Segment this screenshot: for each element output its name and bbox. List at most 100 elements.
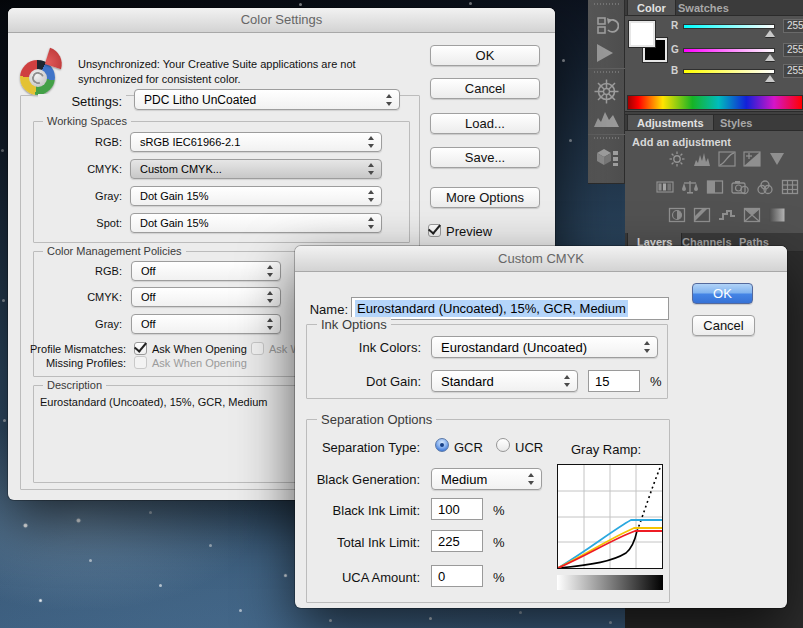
green-slider[interactable] xyxy=(683,48,775,53)
ask-when-opening-label: Ask When Opening xyxy=(152,343,247,355)
cmyk-ok-button[interactable]: OK xyxy=(692,283,753,304)
ws-rgb-label: RGB: xyxy=(38,136,122,148)
channel-mixer-icon[interactable] xyxy=(756,179,774,195)
drag-handle[interactable] xyxy=(594,71,619,73)
red-slider-thumb[interactable] xyxy=(765,30,775,37)
actions-play-icon[interactable] xyxy=(597,44,613,62)
missing-ask-when-opening-checkbox[interactable] xyxy=(134,356,147,369)
name-field-selected-text: Eurostandard (Uncoated), 15%, GCR, Mediu… xyxy=(355,300,628,317)
dot-gain-percent: % xyxy=(650,374,662,389)
blue-slider-label: B xyxy=(671,65,678,76)
uca-amount-percent: % xyxy=(493,570,505,585)
foreground-color-swatch[interactable] xyxy=(629,21,655,47)
total-ink-limit-percent: % xyxy=(493,535,505,550)
color-spectrum-ramp[interactable] xyxy=(627,95,803,110)
drag-handle[interactable] xyxy=(594,3,619,5)
black-ink-limit-field[interactable]: 100 xyxy=(431,498,483,520)
pol-cmyk-label: CMYK: xyxy=(38,291,122,303)
levels-icon[interactable] xyxy=(693,151,711,167)
separation-options-legend: Separation Options xyxy=(317,412,436,427)
settings-label: Settings: xyxy=(38,94,126,111)
photo-filter-icon[interactable] xyxy=(731,179,749,195)
preview-label: Preview xyxy=(446,224,492,239)
ws-gray-popup[interactable]: Dot Gain 15% xyxy=(130,186,382,206)
red-slider[interactable] xyxy=(683,24,775,29)
cancel-button[interactable]: Cancel xyxy=(430,78,540,99)
ink-colors-label: Ink Colors: xyxy=(311,340,421,355)
gradient-map-icon[interactable] xyxy=(768,207,786,223)
ws-cmyk-label: CMYK: xyxy=(38,163,122,175)
color-panel-tabbar: Color Swatches xyxy=(625,0,803,16)
hue-saturation-icon[interactable] xyxy=(656,179,674,195)
pol-gray-popup[interactable]: Off xyxy=(131,314,281,334)
red-value[interactable]: 255 xyxy=(783,19,803,33)
ink-colors-popup[interactable]: Eurostandard (Uncoated) xyxy=(431,336,658,358)
add-adjustment-label: Add an adjustment xyxy=(632,136,731,148)
brightness-contrast-icon[interactable] xyxy=(668,151,686,167)
blue-slider[interactable] xyxy=(683,69,775,74)
tab-styles[interactable]: Styles xyxy=(711,115,761,130)
missing-ask-when-opening-label: Ask When Opening xyxy=(152,357,247,369)
tab-swatches[interactable]: Swatches xyxy=(669,0,738,15)
threshold-icon[interactable] xyxy=(718,207,736,223)
preview-checkbox[interactable] xyxy=(428,224,441,237)
vibrance-icon[interactable] xyxy=(768,151,786,167)
black-generation-label: Black Generation: xyxy=(311,472,420,487)
black-white-icon[interactable] xyxy=(706,179,724,195)
total-ink-limit-field[interactable]: 225 xyxy=(431,530,483,552)
ws-rgb-popup[interactable]: sRGB IEC61966-2.1 xyxy=(130,132,382,152)
working-spaces-legend: Working Spaces xyxy=(43,115,131,127)
blue-slider-thumb[interactable] xyxy=(765,75,775,82)
ws-spot-popup[interactable]: Dot Gain 15% xyxy=(130,213,382,233)
green-slider-thumb[interactable] xyxy=(765,54,775,61)
exposure-icon[interactable] xyxy=(743,151,761,167)
posterize-icon[interactable] xyxy=(693,207,711,223)
uca-amount-label: UCA Amount: xyxy=(311,570,420,585)
custom-cmyk-dialog: Custom CMYK Name: Eurostandard (Uncoated… xyxy=(295,246,787,608)
tab-adjustments[interactable]: Adjustments xyxy=(627,115,714,130)
histogram-panel-icon[interactable] xyxy=(593,108,620,128)
cmyk-cancel-button[interactable]: Cancel xyxy=(692,315,755,336)
ok-button[interactable]: OK xyxy=(430,45,540,66)
properties-panel-icon[interactable] xyxy=(593,145,620,171)
separation-type-label: Separation Type: xyxy=(311,440,420,455)
strip-divider xyxy=(588,134,625,135)
invert-icon[interactable] xyxy=(668,207,686,223)
history-panel-icon[interactable] xyxy=(595,14,619,38)
unsynchronized-color-icon xyxy=(20,50,70,96)
name-field[interactable]: Eurostandard (Uncoated), 15%, GCR, Mediu… xyxy=(351,297,669,320)
ws-gray-label: Gray: xyxy=(38,190,122,202)
dot-gain-value-field[interactable]: 15 xyxy=(588,370,640,392)
color-balance-icon[interactable] xyxy=(681,179,699,195)
navigator-wheel-icon[interactable] xyxy=(593,78,620,105)
drag-handle[interactable] xyxy=(594,137,619,139)
color-settings-titlebar[interactable]: Color Settings xyxy=(8,8,555,33)
gcr-label: GCR xyxy=(454,440,483,455)
dot-gain-popup[interactable]: Standard xyxy=(431,370,578,392)
pol-rgb-label: RGB: xyxy=(38,265,122,277)
gray-ramp-label: Gray Ramp: xyxy=(571,442,641,457)
curves-icon[interactable] xyxy=(718,151,736,167)
dot-gain-label: Dot Gain: xyxy=(311,374,421,389)
save-button[interactable]: Save... xyxy=(430,147,540,168)
green-value[interactable]: 255 xyxy=(783,43,803,57)
selective-color-icon[interactable] xyxy=(743,207,761,223)
blue-value[interactable]: 255 xyxy=(783,64,803,78)
black-generation-popup[interactable]: Medium xyxy=(431,468,542,490)
pol-gray-label: Gray: xyxy=(38,318,122,330)
pol-rgb-popup[interactable]: Off xyxy=(131,261,281,281)
pol-cmyk-popup[interactable]: Off xyxy=(131,287,281,307)
settings-popup[interactable]: PDC Litho UnCoated xyxy=(134,89,400,110)
color-lookup-icon[interactable] xyxy=(781,179,799,195)
load-button[interactable]: Load... xyxy=(430,113,540,134)
gray-ramp-graph xyxy=(557,464,663,569)
more-options-button[interactable]: More Options xyxy=(430,187,540,208)
ucr-radio[interactable] xyxy=(496,438,510,452)
ask-when-pasting-checkbox[interactable] xyxy=(251,342,264,355)
stars xyxy=(0,0,1,1)
ask-when-opening-checkbox[interactable] xyxy=(134,342,147,355)
ws-cmyk-popup[interactable]: Custom CMYK... xyxy=(130,159,382,179)
gcr-radio[interactable] xyxy=(435,438,449,452)
uca-amount-field[interactable]: 0 xyxy=(431,565,483,587)
custom-cmyk-titlebar[interactable]: Custom CMYK xyxy=(295,246,787,272)
